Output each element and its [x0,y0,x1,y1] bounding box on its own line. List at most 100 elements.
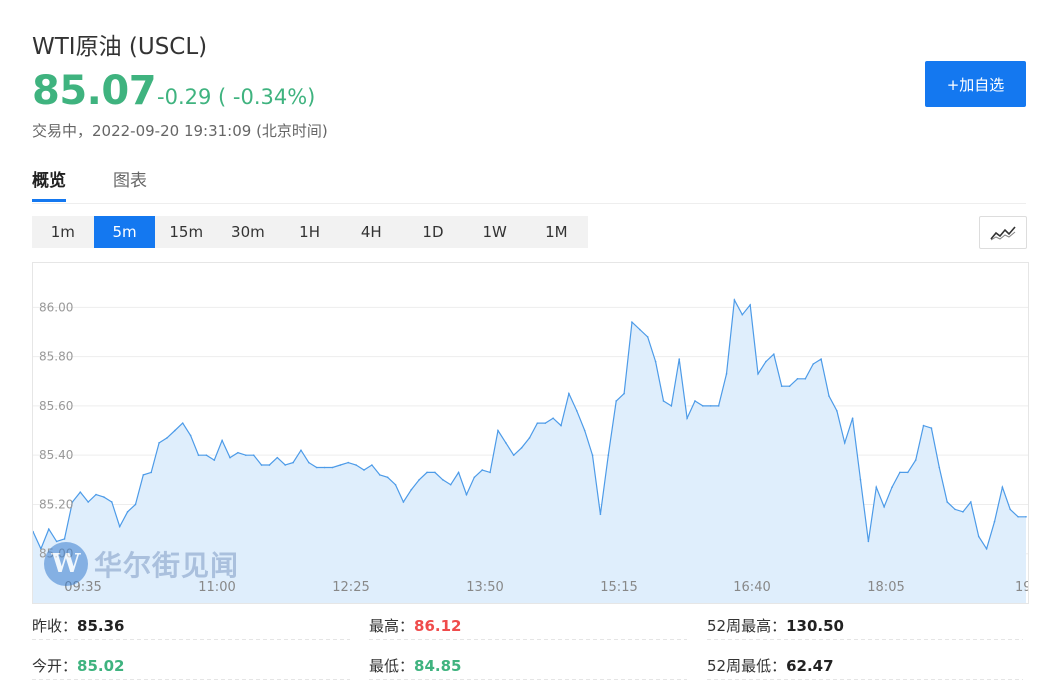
timeframe-1m[interactable]: 1m [32,216,94,248]
price-point [773,353,775,355]
x-tick-label: 13:50 [466,580,503,595]
timeframe-5m[interactable]: 5m [93,216,156,248]
price-point [536,422,539,424]
price-point [662,400,665,402]
price-point [457,471,460,474]
price-point [843,442,846,444]
price-point [623,392,625,395]
timeframe-15m[interactable]: 15m [155,216,217,248]
chart-type-button[interactable] [979,216,1027,249]
timeframe-1h[interactable]: 1H [279,216,341,248]
price-point [126,511,129,513]
price-point [47,528,50,530]
price-point [970,501,972,503]
x-tick-label: 19:3 [1015,580,1028,595]
price-point [804,377,807,380]
price-point [757,373,759,375]
price-point [150,471,153,474]
price-point [930,427,933,429]
price-point [434,471,436,474]
x-tick-label: 18:05 [867,580,904,595]
price-point [520,446,523,449]
timeframe-30m[interactable]: 30m [217,216,279,248]
price-point [512,454,515,456]
timeframe-4h[interactable]: 4H [340,216,402,248]
price-point [331,466,334,469]
price-point [252,454,255,456]
price-point [875,486,878,489]
price-point [938,466,941,469]
price-point [197,454,200,456]
price-point [505,442,507,444]
price-point [394,483,397,486]
price-point [583,429,586,432]
stat-label: 今开： [32,657,78,675]
price-point [213,459,216,461]
price-point [639,328,641,331]
price-point [686,417,688,420]
price-point [528,437,531,439]
price-point [568,392,570,395]
stat-label: 52周最低： [707,657,787,675]
price-point [79,491,82,493]
price-point [276,456,279,459]
timeframe-1m[interactable]: 1M [526,216,588,248]
price-point [859,479,862,481]
stat-value: 130.50 [786,617,844,635]
price-point [497,429,499,432]
price-change: -0.29 ( -0.34%) [157,85,316,109]
price-point [221,439,223,442]
price-point [607,454,610,456]
tab-overview[interactable]: 概览 [32,166,66,202]
price-point [300,449,302,452]
stat-item: 今开：85.02 [32,655,124,676]
price-point [426,471,428,474]
stat-value: 86.12 [414,617,462,635]
price-point [591,454,594,456]
price-point [284,464,286,466]
stat-value: 85.02 [77,657,125,675]
timeframe-1d[interactable]: 1D [402,216,464,248]
tab-chart[interactable]: 图表 [113,166,147,202]
watermark-icon: W [44,542,88,586]
price-point [181,422,184,424]
price-point [741,313,744,316]
stat-divider [707,639,1023,640]
timeframe-1w[interactable]: 1W [464,216,526,248]
price-point [158,442,160,444]
price-point [906,471,909,474]
stat-value: 84.85 [414,657,462,675]
stat-label: 52周最高： [707,617,787,635]
instrument-title: WTI原油 (USCL) [32,34,208,60]
price-point [694,400,696,402]
price-point [599,513,602,516]
stat-divider [32,679,350,680]
price-point [670,405,673,407]
price-point [575,410,578,412]
price-point [560,424,562,427]
x-tick-label: 15:15 [600,580,637,595]
stat-divider [369,639,687,640]
price-point [552,417,554,420]
price-point [111,501,113,503]
price-point [962,511,964,513]
price-point [103,496,105,498]
price-point [709,405,712,407]
add-to-watchlist-button[interactable]: +加自选 [925,61,1026,107]
line-chart-icon [990,225,1016,240]
price-point [308,461,310,464]
price-point [378,474,381,476]
tab-bar: 概览 图表 [32,166,1026,204]
x-tick-label: 12:25 [332,580,369,595]
watermark-logo: W 华尔街见闻 [44,542,239,586]
price-point [914,459,917,461]
price-point [347,461,350,464]
price-point [544,422,547,424]
price-point [820,358,822,360]
price-point [473,476,476,479]
price-point [95,493,97,496]
watermark-text: 华尔街见闻 [94,549,240,582]
stat-item: 最低：84.85 [369,655,461,676]
price-point [851,417,854,420]
price-point [780,385,783,387]
